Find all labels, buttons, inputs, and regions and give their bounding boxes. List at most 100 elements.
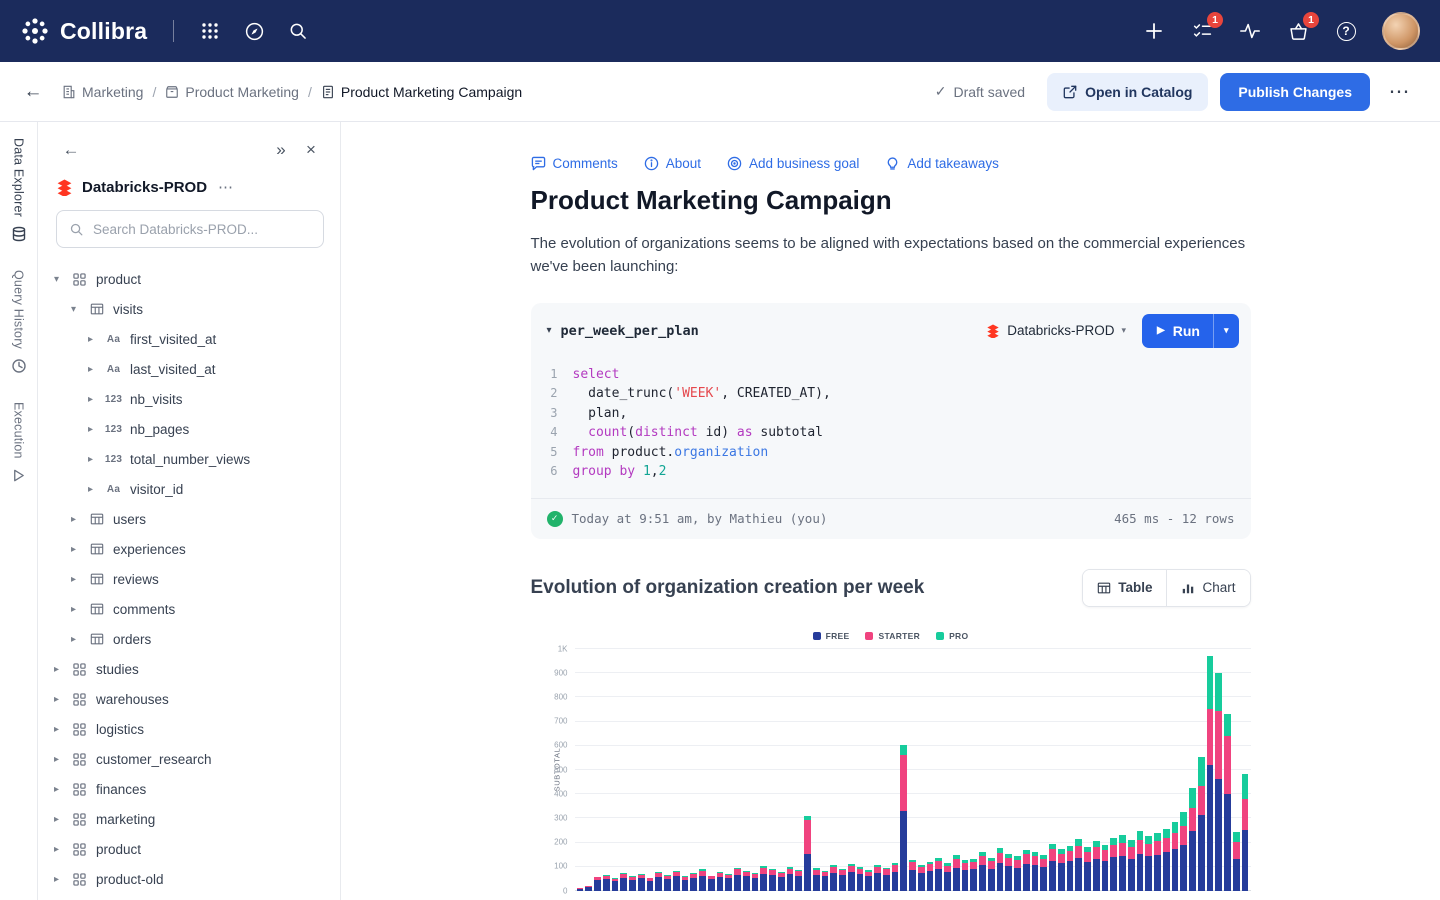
chevron-right-icon[interactable]: ▸ bbox=[50, 874, 63, 885]
tree-item-nb_pages[interactable]: ▸123nb_pages bbox=[38, 414, 340, 444]
stacked-bar-week-14[interactable] bbox=[690, 873, 697, 890]
stacked-bar-week-76[interactable] bbox=[1233, 832, 1240, 890]
stacked-bar-week-43[interactable] bbox=[944, 863, 951, 890]
stacked-bar-week-58[interactable] bbox=[1075, 839, 1082, 890]
table-view-button[interactable]: Table bbox=[1083, 570, 1166, 606]
stacked-bar-week-16[interactable] bbox=[708, 876, 715, 891]
tree-item-first_visited_at[interactable]: ▸Aafirst_visited_at bbox=[38, 324, 340, 354]
stacked-bar-week-10[interactable] bbox=[655, 872, 662, 891]
stacked-bar-week-49[interactable] bbox=[997, 848, 1004, 891]
stacked-bar-week-52[interactable] bbox=[1023, 850, 1030, 891]
stacked-bar-week-75[interactable] bbox=[1224, 714, 1231, 891]
tree-item-visitor_id[interactable]: ▸Aavisitor_id bbox=[38, 474, 340, 504]
stacked-bar-week-50[interactable] bbox=[1005, 854, 1012, 891]
comments-button[interactable]: Comments bbox=[531, 156, 618, 171]
chevron-right-icon[interactable]: ▸ bbox=[67, 604, 80, 615]
stacked-bar-week-9[interactable] bbox=[647, 878, 654, 891]
explore-button[interactable] bbox=[234, 11, 274, 51]
chevron-right-icon[interactable]: ▸ bbox=[50, 724, 63, 735]
stacked-bar-week-20[interactable] bbox=[743, 871, 750, 891]
stacked-bar-week-4[interactable] bbox=[603, 875, 610, 891]
run-query-button[interactable]: ▶ Run ▾ bbox=[1142, 314, 1238, 348]
stacked-bar-week-19[interactable] bbox=[734, 868, 741, 891]
chevron-right-icon[interactable]: ▸ bbox=[67, 634, 80, 645]
sql-editor[interactable]: 1select2 date_trunc('WEEK', CREATED_AT),… bbox=[531, 357, 1251, 498]
breadcrumb-current[interactable]: Product Marketing Campaign bbox=[321, 84, 522, 100]
tree-item-research[interactable]: ▸research bbox=[38, 894, 340, 900]
panel-close-button[interactable]: × bbox=[296, 136, 326, 164]
stacked-bar-week-22[interactable] bbox=[760, 866, 767, 891]
stacked-bar-week-29[interactable] bbox=[822, 871, 829, 890]
stacked-bar-week-46[interactable] bbox=[970, 859, 977, 891]
global-search-button[interactable] bbox=[278, 11, 318, 51]
chart-view-button[interactable]: Chart bbox=[1166, 570, 1249, 606]
stacked-bar-week-66[interactable] bbox=[1145, 836, 1152, 890]
panel-expand-button[interactable]: » bbox=[266, 136, 296, 164]
tree-item-experiences[interactable]: ▸experiences bbox=[38, 534, 340, 564]
chevron-right-icon[interactable]: ▸ bbox=[67, 544, 80, 555]
stacked-bar-week-23[interactable] bbox=[769, 869, 776, 891]
chevron-right-icon[interactable]: ▸ bbox=[84, 484, 97, 495]
about-button[interactable]: About bbox=[644, 156, 701, 171]
stacked-bar-week-32[interactable] bbox=[848, 864, 855, 891]
breadcrumb-community[interactable]: Marketing bbox=[62, 84, 143, 100]
stacked-bar-week-73[interactable] bbox=[1207, 656, 1214, 891]
stacked-bar-week-63[interactable] bbox=[1119, 835, 1126, 891]
legend-item-starter[interactable]: STARTER bbox=[865, 631, 920, 641]
tree-item-warehouses[interactable]: ▸warehouses bbox=[38, 684, 340, 714]
stacked-bar-week-74[interactable] bbox=[1215, 673, 1222, 891]
stacked-bar-week-27[interactable] bbox=[804, 816, 811, 891]
chevron-right-icon[interactable]: ▸ bbox=[50, 754, 63, 765]
rail-tab-query-history[interactable]: Query History bbox=[11, 270, 27, 374]
stacked-bar-week-24[interactable] bbox=[778, 872, 785, 891]
collibra-logo[interactable]: Collibra bbox=[20, 16, 147, 46]
stacked-bar-week-40[interactable] bbox=[918, 865, 925, 890]
stacked-bar-week-34[interactable] bbox=[865, 870, 872, 890]
stacked-bar-week-60[interactable] bbox=[1093, 841, 1100, 890]
tree-item-finances[interactable]: ▸finances bbox=[38, 774, 340, 804]
add-takeaways-button[interactable]: Add takeaways bbox=[885, 156, 999, 171]
chevron-right-icon[interactable]: ▸ bbox=[84, 454, 97, 465]
basket-button[interactable]: 1 bbox=[1278, 11, 1318, 51]
stacked-bar-week-54[interactable] bbox=[1040, 855, 1047, 890]
activity-button[interactable] bbox=[1230, 11, 1270, 51]
stacked-bar-week-35[interactable] bbox=[874, 865, 881, 891]
stacked-bar-week-47[interactable] bbox=[979, 852, 986, 891]
stacked-bar-week-67[interactable] bbox=[1154, 833, 1161, 890]
open-in-catalog-button[interactable]: Open in Catalog bbox=[1047, 73, 1208, 111]
stacked-bar-week-70[interactable] bbox=[1180, 812, 1187, 891]
tasks-button[interactable]: 1 bbox=[1182, 11, 1222, 51]
breadcrumb-domain[interactable]: Product Marketing bbox=[165, 84, 299, 100]
stacked-bar-week-21[interactable] bbox=[752, 873, 759, 890]
stacked-bar-week-62[interactable] bbox=[1110, 838, 1117, 891]
stacked-bar-week-18[interactable] bbox=[725, 874, 732, 891]
tree-item-product-old[interactable]: ▸product-old bbox=[38, 864, 340, 894]
rail-tab-execution[interactable]: Execution bbox=[11, 402, 26, 483]
stacked-bar-week-44[interactable] bbox=[953, 855, 960, 890]
stacked-bar-week-59[interactable] bbox=[1084, 847, 1091, 890]
stacked-bar-week-39[interactable] bbox=[909, 860, 916, 891]
chevron-right-icon[interactable]: ▸ bbox=[50, 784, 63, 795]
tree-item-reviews[interactable]: ▸reviews bbox=[38, 564, 340, 594]
stacked-bar-week-30[interactable] bbox=[830, 865, 837, 890]
stacked-bar-week-26[interactable] bbox=[795, 870, 802, 891]
tree-item-comments[interactable]: ▸comments bbox=[38, 594, 340, 624]
stacked-bar-week-8[interactable] bbox=[638, 874, 645, 891]
tree-item-total_number_views[interactable]: ▸123total_number_views bbox=[38, 444, 340, 474]
stacked-bar-week-53[interactable] bbox=[1032, 852, 1039, 890]
stacked-bar-week-69[interactable] bbox=[1172, 822, 1179, 891]
stacked-bar-week-64[interactable] bbox=[1128, 840, 1135, 890]
collapse-cell-button[interactable]: ▾ bbox=[547, 325, 552, 336]
stacked-bar-week-48[interactable] bbox=[988, 858, 995, 891]
tree-item-customer_research[interactable]: ▸customer_research bbox=[38, 744, 340, 774]
stacked-bar-week-61[interactable] bbox=[1102, 845, 1109, 891]
chevron-right-icon[interactable]: ▸ bbox=[67, 574, 80, 585]
chevron-right-icon[interactable]: ▸ bbox=[50, 694, 63, 705]
stacked-bar-week-65[interactable] bbox=[1137, 831, 1144, 891]
stacked-bar-week-41[interactable] bbox=[927, 862, 934, 891]
stacked-bar-week-42[interactable] bbox=[935, 858, 942, 891]
stacked-bar-week-56[interactable] bbox=[1058, 849, 1065, 891]
user-avatar[interactable] bbox=[1382, 12, 1420, 50]
tree-item-marketing[interactable]: ▸marketing bbox=[38, 804, 340, 834]
datasource-more-button[interactable]: ⋯ bbox=[218, 178, 233, 196]
